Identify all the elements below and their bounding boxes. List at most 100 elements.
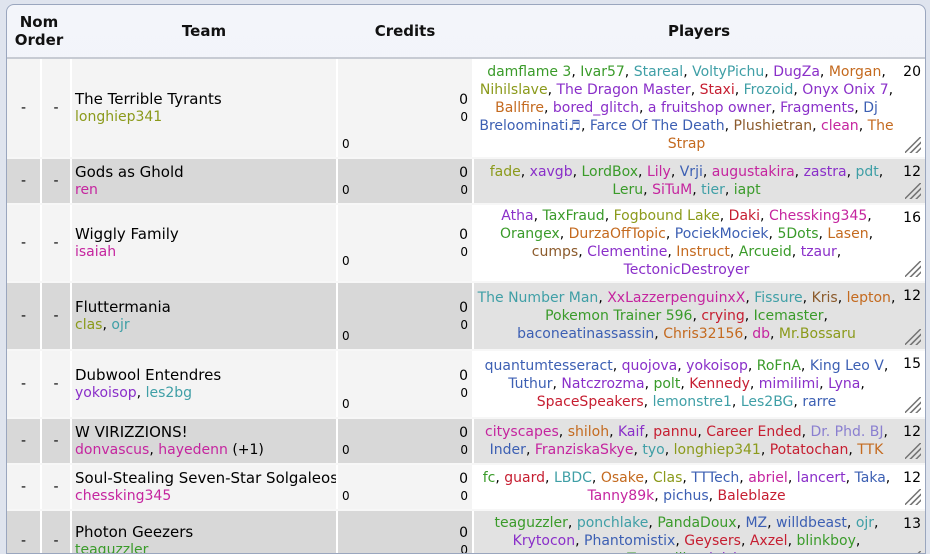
player-name[interactable]: willdbeast: [776, 515, 847, 531]
player-name[interactable]: pannu: [653, 424, 697, 440]
player-name[interactable]: Natczrozma: [561, 376, 644, 392]
player-name[interactable]: 5Dots: [777, 226, 818, 242]
resize-grip-icon[interactable]: [905, 397, 921, 413]
player-name[interactable]: cumps: [532, 244, 578, 260]
team-row[interactable]: --Photon Geezersteaguzzler00013teaguzzle…: [7, 510, 925, 553]
team-member[interactable]: les2bg: [146, 385, 192, 401]
player-name[interactable]: Farce Of The Death: [590, 118, 725, 134]
player-name[interactable]: iapt: [734, 182, 761, 198]
player-name[interactable]: yokoisop: [686, 358, 748, 374]
player-name[interactable]: LordBox: [582, 164, 639, 180]
player-name[interactable]: Chessking345: [769, 208, 867, 224]
resize-grip-icon[interactable]: [905, 329, 921, 345]
player-name[interactable]: XxLazzerpenguinxX: [607, 290, 745, 306]
team-member[interactable]: isaiah: [75, 244, 116, 260]
player-name[interactable]: lepton: [847, 290, 891, 306]
player-name[interactable]: Nihilslave: [480, 82, 548, 98]
player-name[interactable]: Frozoid: [744, 82, 794, 98]
player-name[interactable]: rarre: [802, 394, 836, 410]
resize-grip-icon[interactable]: [905, 261, 921, 277]
team-row[interactable]: - - Fluttermania clas, ojr 0 0 0 12 The Number M…: [7, 282, 925, 351]
player-name[interactable]: Kaif: [618, 424, 644, 440]
player-name[interactable]: shiloh: [568, 424, 609, 440]
player-name[interactable]: blinkboy: [796, 533, 855, 549]
team-row[interactable]: - - Soul-Stealing Seven-Star Solgaleos ches…: [7, 464, 925, 511]
player-name[interactable]: Inder: [490, 442, 526, 458]
team-member[interactable]: yokoisop: [75, 385, 137, 401]
player-name[interactable]: augustakira: [712, 164, 795, 180]
player-name[interactable]: Orangex: [500, 226, 560, 242]
player-name[interactable]: Fragments: [780, 100, 854, 116]
player-name[interactable]: TaxFraud: [542, 208, 604, 224]
player-name[interactable]: pichus: [663, 488, 709, 504]
player-name[interactable]: tier: [701, 182, 725, 198]
player-name[interactable]: TTK: [857, 442, 883, 458]
player-name[interactable]: crying: [701, 308, 744, 324]
player-name[interactable]: VoltyPichu: [692, 64, 764, 80]
player-name[interactable]: Stareal: [634, 64, 684, 80]
resize-grip-icon[interactable]: [905, 137, 921, 153]
player-name[interactable]: Ballfire: [495, 100, 544, 116]
player-name[interactable]: Les2BG: [741, 394, 794, 410]
player-name[interactable]: lemonstre1: [653, 394, 732, 410]
credits-header[interactable]: Credits: [337, 5, 473, 59]
player-name[interactable]: Morgan: [829, 64, 882, 80]
player-name[interactable]: Clas: [653, 470, 683, 486]
player-name[interactable]: Krytocon: [513, 533, 575, 549]
team-row[interactable]: - - Wiggly Family isaiah 0 0 0 16 Atha, TaxFraud…: [7, 204, 925, 283]
resize-grip-icon[interactable]: [905, 443, 921, 459]
player-name[interactable]: Ivar57: [580, 64, 625, 80]
player-name[interactable]: Vrji: [680, 164, 703, 180]
player-name[interactable]: zastra: [804, 164, 847, 180]
player-name[interactable]: DugZa: [773, 64, 820, 80]
player-name[interactable]: RoFnA: [757, 358, 801, 374]
player-name[interactable]: Kris: [812, 290, 838, 306]
player-name[interactable]: polt: [653, 376, 680, 392]
player-name[interactable]: The Dragon Master: [556, 82, 690, 98]
nom-order-header[interactable]: Nom Order: [7, 5, 71, 59]
player-name[interactable]: fade: [490, 164, 521, 180]
player-name[interactable]: pdt: [856, 164, 879, 180]
player-name[interactable]: PociekMociek: [675, 226, 769, 242]
player-name[interactable]: tyo: [642, 442, 664, 458]
player-name[interactable]: The Number Man: [478, 290, 599, 306]
player-name[interactable]: longhiep341: [674, 442, 761, 458]
team-row[interactable]: --W VIRIZZIONS! donvascus, hayedenn (+1) 0…: [7, 418, 925, 465]
player-name[interactable]: Daki: [729, 208, 760, 224]
player-name[interactable]: Fissure: [754, 290, 802, 306]
player-name[interactable]: Chris32156: [663, 326, 743, 342]
player-name[interactable]: tzaur: [801, 244, 837, 260]
player-name[interactable]: Leru: [612, 182, 643, 198]
player-name[interactable]: Taka: [855, 470, 886, 486]
player-name[interactable]: ponchlake: [577, 515, 649, 531]
player-name[interactable]: Dr. Phd. BJ: [810, 424, 883, 440]
player-name[interactable]: lancert: [797, 470, 846, 486]
team-member[interactable]: longhiep341: [75, 109, 162, 125]
player-name[interactable]: Baleblaze: [718, 488, 786, 504]
team-member[interactable]: clas: [75, 317, 102, 333]
player-name[interactable]: Pokemon Trainer 596: [545, 308, 692, 324]
player-name[interactable]: Mr.Bossaru: [779, 326, 856, 342]
player-name[interactable]: Fogbound Lake: [614, 208, 720, 224]
player-name[interactable]: Lyna: [828, 376, 860, 392]
player-name[interactable]: fc: [483, 470, 496, 486]
player-name[interactable]: TectonicDestroyer: [624, 262, 750, 278]
player-name[interactable]: a fruitshop owner: [648, 100, 771, 116]
player-name[interactable]: Arcueid: [739, 244, 792, 260]
players-header[interactable]: Players: [473, 5, 925, 59]
team-header[interactable]: Team: [71, 5, 337, 59]
player-name[interactable]: damflame 3: [487, 64, 571, 80]
player-name[interactable]: Tanny89k: [587, 488, 654, 504]
player-name[interactable]: quantumtesseract: [485, 358, 613, 374]
team-member[interactable]: donvascus: [75, 442, 149, 458]
player-name[interactable]: baconeatinassassin: [517, 326, 654, 342]
player-name[interactable]: teaguzzler: [495, 515, 568, 531]
player-name[interactable]: guard: [504, 470, 545, 486]
team-row[interactable]: - - The Terrible Tyrants longhiep341 0 0 0 20 da…: [7, 58, 925, 159]
team-member[interactable]: teaguzzler: [75, 542, 148, 553]
player-name[interactable]: PandaDoux: [657, 515, 736, 531]
player-name[interactable]: SiTuM: [652, 182, 692, 198]
player-name[interactable]: Potatochan: [770, 442, 849, 458]
player-name[interactable]: TTTech: [691, 470, 739, 486]
player-name[interactable]: Atha: [501, 208, 533, 224]
